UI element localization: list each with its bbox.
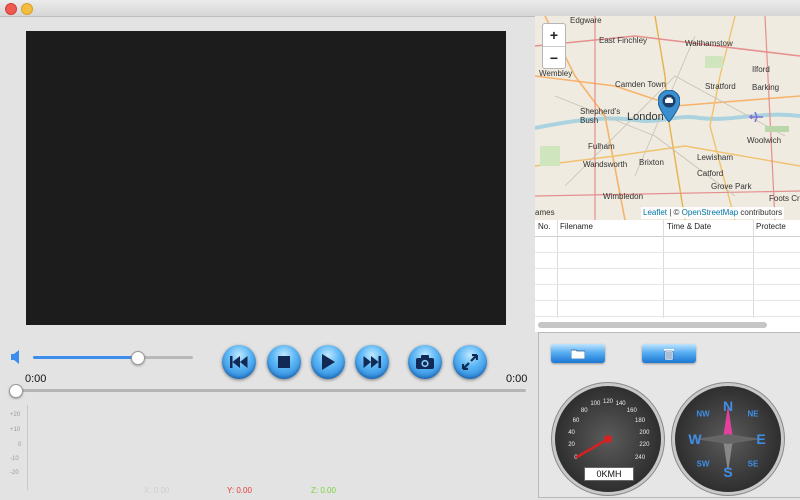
camera-icon <box>416 355 434 369</box>
fullscreen-icon <box>462 354 478 370</box>
map-label: East Finchley <box>599 36 648 45</box>
map-zoom-control: + − <box>542 23 566 69</box>
play-icon <box>322 354 335 370</box>
airport-icon <box>749 112 763 122</box>
map-label: Wandsworth <box>583 160 628 169</box>
video-viewport[interactable] <box>26 31 506 325</box>
table-horizontal-scrollbar[interactable] <box>538 322 767 328</box>
delete-button[interactable] <box>642 344 696 363</box>
graph-tick: -10 <box>10 456 19 462</box>
seek-slider[interactable] <box>9 384 526 398</box>
volume-slider-handle[interactable] <box>131 351 145 365</box>
graph-tick: +10 <box>10 427 21 433</box>
location-pin-icon[interactable] <box>658 90 680 122</box>
column-header-filename[interactable]: Filename <box>560 222 593 231</box>
zoom-out-button[interactable]: − <box>543 47 565 69</box>
column-header-protected[interactable]: Protecte <box>756 222 786 231</box>
play-button[interactable] <box>311 345 345 379</box>
map-label: Lewisham <box>697 153 734 162</box>
snapshot-button[interactable] <box>408 345 442 379</box>
table-row[interactable] <box>535 316 800 317</box>
total-time: 0:00 <box>506 373 528 385</box>
trash-icon <box>664 348 674 360</box>
table-row[interactable] <box>535 300 800 301</box>
column-divider <box>557 220 558 318</box>
zoom-in-button[interactable]: + <box>543 24 565 47</box>
compass-southwest: SW <box>696 459 710 469</box>
map-label: ames <box>535 208 555 217</box>
volume-slider-fill <box>33 356 137 359</box>
map-label: Fulham <box>588 142 615 151</box>
table-row[interactable] <box>535 252 800 253</box>
graph-tick: -20 <box>10 470 19 476</box>
map-label: Grove Park <box>711 182 752 191</box>
table-row[interactable] <box>535 284 800 285</box>
sensor-graph: +20 +10 0 -10 -20 <box>0 400 530 500</box>
compass-north: N <box>722 398 734 414</box>
attribution-separator: | © <box>667 208 682 217</box>
table-header-divider <box>535 236 800 237</box>
graph-y-axis <box>27 405 28 490</box>
map-attribution: Leaflet | © OpenStreetMap contributors <box>641 207 785 219</box>
map-label: Foots Cr <box>769 194 800 203</box>
next-button[interactable] <box>355 345 389 379</box>
stop-icon <box>278 356 290 368</box>
column-divider <box>753 220 754 318</box>
table-row[interactable] <box>535 268 800 269</box>
map-label: Camden Town <box>615 80 666 89</box>
compass-south: S <box>723 464 733 480</box>
map-label: Wimbledon <box>603 192 644 201</box>
current-time: 0:00 <box>25 373 47 385</box>
column-header-time-date[interactable]: Time & Date <box>667 222 711 231</box>
compass-northeast: NE <box>747 409 759 419</box>
seek-slider-handle[interactable] <box>9 384 23 398</box>
map-label: Ilford <box>752 65 770 74</box>
open-folder-button[interactable] <box>551 344 605 363</box>
previous-button[interactable] <box>222 345 256 379</box>
openstreetmap-link[interactable]: OpenStreetMap <box>682 208 738 217</box>
map-label: Woolwich <box>747 136 782 145</box>
compass-northwest: NW <box>696 409 710 419</box>
title-bar <box>0 0 800 17</box>
map-label: Wembley <box>539 69 573 78</box>
map-label: Brixton <box>639 158 664 167</box>
map-label: Catford <box>697 169 724 178</box>
folder-icon <box>571 349 585 359</box>
map-label: Stratford <box>705 82 736 91</box>
graph-tick: 0 <box>18 442 22 448</box>
minimize-window-button[interactable] <box>21 3 33 15</box>
fullscreen-button[interactable] <box>453 345 487 379</box>
skip-forward-icon <box>363 356 381 368</box>
graph-tick: +20 <box>10 412 21 418</box>
speed-readout: 0KMH <box>584 467 634 481</box>
skip-back-icon <box>230 356 248 368</box>
map-label: Barking <box>752 83 780 92</box>
x-axis-value: X: 0.00 <box>144 486 170 495</box>
map-view[interactable]: Edgware East Finchley Walthamstow Wemble… <box>535 16 800 220</box>
map-label: Walthamstow <box>685 39 733 48</box>
compass-southeast: SE <box>747 459 759 469</box>
close-window-button[interactable] <box>5 3 17 15</box>
compass-east: E <box>756 431 766 447</box>
column-header-no[interactable]: No. <box>538 222 550 231</box>
map-label: Edgware <box>570 16 602 25</box>
map-label: Shepherd's Bush <box>580 107 621 125</box>
z-axis-value: Z: 0.00 <box>311 486 336 495</box>
compass-west: W <box>688 431 702 447</box>
volume-icon[interactable] <box>11 350 21 364</box>
leaflet-link[interactable]: Leaflet <box>643 208 667 217</box>
stop-button[interactable] <box>267 345 301 379</box>
compass: N S E W NE NW SE SW <box>675 386 781 492</box>
column-divider <box>663 220 664 318</box>
attribution-suffix: contributors <box>738 208 783 217</box>
volume-slider[interactable] <box>33 351 193 365</box>
y-axis-value: Y: 0.00 <box>227 486 252 495</box>
